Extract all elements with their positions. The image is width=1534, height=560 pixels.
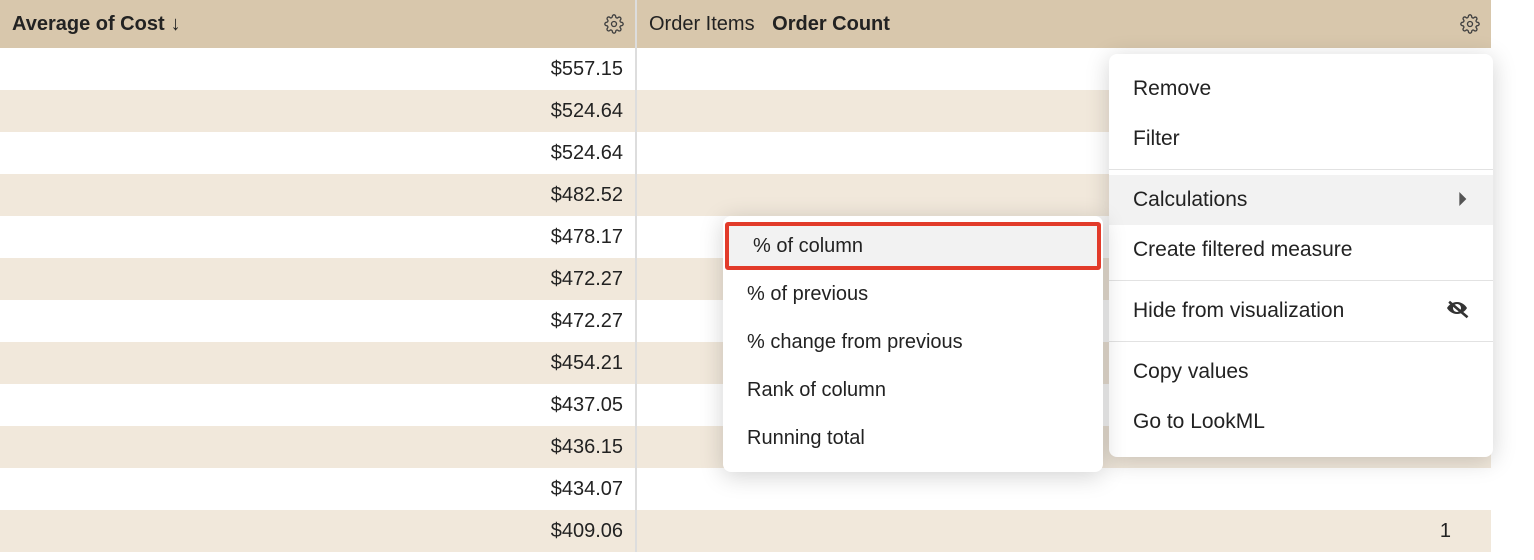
column-header-average-of-cost[interactable]: Average of Cost ↓ <box>0 0 635 48</box>
menu-label: Filter <box>1133 127 1180 151</box>
menu-item-calculations[interactable]: Calculations <box>1109 175 1493 225</box>
submenu-item-running-total[interactable]: Running total <box>723 414 1103 462</box>
table-cell[interactable]: $478.17 <box>0 216 635 258</box>
menu-item-copy-values[interactable]: Copy values <box>1109 347 1493 397</box>
chevron-right-icon <box>1459 190 1469 211</box>
menu-item-hide-from-visualization[interactable]: Hide from visualization <box>1109 286 1493 336</box>
menu-label: Calculations <box>1133 188 1247 212</box>
table-cell[interactable]: $409.06 <box>0 510 635 552</box>
column-options-menu: Remove Filter Calculations Create filter… <box>1109 54 1493 457</box>
menu-label: Remove <box>1133 77 1211 101</box>
table-cell[interactable]: $472.27 <box>0 300 635 342</box>
table-cell[interactable]: $436.15 <box>0 426 635 468</box>
gear-icon[interactable] <box>603 13 625 35</box>
table-cell[interactable]: $437.05 <box>0 384 635 426</box>
menu-label: Running total <box>747 427 865 450</box>
menu-label: Go to LookML <box>1133 410 1265 434</box>
menu-label: Create filtered measure <box>1133 238 1352 262</box>
table-cell[interactable]: $472.27 <box>0 258 635 300</box>
menu-separator <box>1109 280 1493 281</box>
table-cell[interactable]: $482.52 <box>0 174 635 216</box>
submenu-item-rank-of-column[interactable]: Rank of column <box>723 366 1103 414</box>
cell-value: 1 <box>1440 520 1479 543</box>
menu-item-go-to-lookml[interactable]: Go to LookML <box>1109 397 1493 447</box>
menu-label: Rank of column <box>747 379 886 402</box>
menu-label: Hide from visualization <box>1133 299 1344 323</box>
menu-label: % of column <box>753 235 863 258</box>
menu-item-remove[interactable]: Remove <box>1109 64 1493 114</box>
menu-separator <box>1109 169 1493 170</box>
table-cell[interactable]: $454.21 <box>0 342 635 384</box>
column-prefix: Order Items <box>649 13 755 36</box>
column-header-order-count[interactable]: Order Items Order Count <box>637 0 1491 48</box>
menu-label: % change from previous <box>747 331 963 354</box>
gear-icon[interactable] <box>1459 13 1481 35</box>
sort-descending-icon: ↓ <box>171 13 181 36</box>
table-cell[interactable]: $434.07 <box>0 468 635 510</box>
submenu-item-pct-of-column[interactable]: % of column <box>725 222 1101 270</box>
submenu-item-pct-of-previous[interactable]: % of previous <box>723 270 1103 318</box>
calculations-submenu: % of column % of previous % change from … <box>723 216 1103 472</box>
eye-off-icon <box>1445 296 1469 326</box>
column-title: Order Count <box>772 13 890 36</box>
table-cell[interactable] <box>637 468 1491 510</box>
menu-label: % of previous <box>747 283 868 306</box>
menu-item-filter[interactable]: Filter <box>1109 114 1493 164</box>
menu-label: Copy values <box>1133 360 1249 384</box>
table-cell[interactable]: $524.64 <box>0 132 635 174</box>
menu-item-create-filtered-measure[interactable]: Create filtered measure <box>1109 225 1493 275</box>
submenu-item-pct-change-from-previous[interactable]: % change from previous <box>723 318 1103 366</box>
table-cell[interactable]: 1 <box>637 510 1491 552</box>
menu-separator <box>1109 341 1493 342</box>
table-cell[interactable]: $557.15 <box>0 48 635 90</box>
table-cell[interactable]: $524.64 <box>0 90 635 132</box>
column-title: Average of Cost <box>12 13 165 36</box>
